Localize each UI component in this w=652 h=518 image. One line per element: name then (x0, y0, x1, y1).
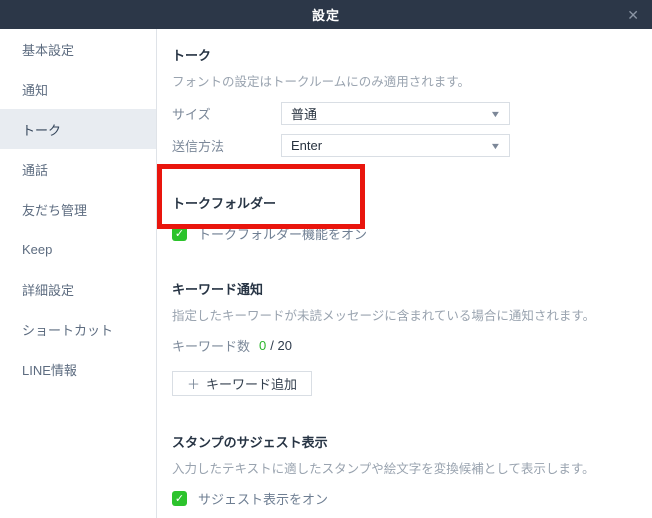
keyword-heading: キーワード通知 (172, 282, 264, 297)
talk-folder-section: トークフォルダー ✓ トークフォルダー機能をオン (172, 193, 645, 243)
sidebar-item-keep[interactable]: Keep (0, 229, 156, 269)
talk-folder-toggle[interactable]: ✓ トークフォルダー機能をオン (172, 224, 645, 243)
talk-description: フォントの設定はトークルームにのみ適用されます。 (172, 75, 471, 89)
send-method-select[interactable]: Enter ▼ (281, 134, 510, 157)
settings-content: トーク フォントの設定はトークルームにのみ適用されます。 サイズ 普通 ▼ 送信… (157, 29, 652, 518)
send-method-value: Enter (291, 138, 323, 153)
chevron-down-icon: ▼ (489, 140, 502, 151)
talk-folder-heading: トークフォルダー (172, 196, 277, 211)
sidebar-item-friends[interactable]: 友だち管理 (0, 189, 156, 229)
talk-folder-toggle-label: トークフォルダー機能をオン (198, 227, 368, 242)
font-size-row: サイズ 普通 ▼ (172, 102, 645, 125)
sidebar-item-calls[interactable]: 通話 (0, 149, 156, 189)
keyword-count-max: / 20 (270, 338, 292, 353)
title-bar: 設定 ✕ (0, 0, 652, 29)
close-icon[interactable]: ✕ (627, 8, 639, 22)
font-size-select[interactable]: 普通 ▼ (281, 102, 510, 125)
settings-dialog: 設定 ✕ 基本設定 通知 トーク 通話 友だち管理 Keep 詳細設定 ショート… (0, 0, 652, 518)
checkbox-checked-icon[interactable]: ✓ (172, 226, 187, 241)
send-method-label: 送信方法 (172, 139, 225, 154)
font-size-value: 普通 (291, 107, 318, 122)
sidebar-item-advanced[interactable]: 詳細設定 (0, 269, 156, 309)
talk-heading: トーク (172, 48, 212, 63)
dialog-body: 基本設定 通知 トーク 通話 友だち管理 Keep 詳細設定 ショートカット L… (0, 29, 652, 518)
add-keyword-button-label: キーワード追加 (206, 377, 298, 392)
dialog-title: 設定 (311, 8, 340, 23)
keyword-count-label: キーワード数 (172, 339, 251, 354)
checkbox-checked-icon[interactable]: ✓ (172, 491, 187, 506)
suggest-description: 入力したテキストに適したスタンプや絵文字を変換候補として表示します。 (172, 462, 595, 476)
suggest-toggle[interactable]: ✓ サジェスト表示をオン (172, 489, 645, 508)
suggest-section: スタンプのサジェスト表示 入力したテキストに適したスタンプや絵文字を変換候補とし… (172, 432, 645, 518)
keyword-count-value: 0 (259, 338, 267, 353)
send-method-row: 送信方法 Enter ▼ (172, 134, 645, 157)
talk-section: トーク フォントの設定はトークルームにのみ適用されます。 サイズ 普通 ▼ 送信… (172, 45, 645, 157)
add-keyword-button[interactable]: ＋ キーワード追加 (172, 371, 313, 396)
keyword-description: 指定したキーワードが未読メッセージに含まれている場合に通知されます。 (172, 309, 596, 323)
sidebar-item-talk[interactable]: トーク (0, 109, 156, 149)
settings-sidebar: 基本設定 通知 トーク 通話 友だち管理 Keep 詳細設定 ショートカット L… (0, 29, 157, 518)
suggest-toggle-label: サジェスト表示をオン (198, 492, 329, 507)
suggest-heading: スタンプのサジェスト表示 (172, 435, 328, 450)
keyword-section: キーワード通知 指定したキーワードが未読メッセージに含まれている場合に通知されま… (172, 279, 645, 396)
plus-icon: ＋ (187, 377, 201, 392)
sidebar-item-shortcuts[interactable]: ショートカット (0, 309, 156, 349)
sidebar-item-line-info[interactable]: LINE情報 (0, 349, 156, 389)
keyword-count-row: キーワード数 0 / 20 (172, 336, 645, 355)
sidebar-item-notifications[interactable]: 通知 (0, 69, 156, 109)
chevron-down-icon: ▼ (489, 108, 502, 119)
font-size-label: サイズ (172, 107, 211, 122)
sidebar-item-basic-settings[interactable]: 基本設定 (0, 29, 156, 69)
